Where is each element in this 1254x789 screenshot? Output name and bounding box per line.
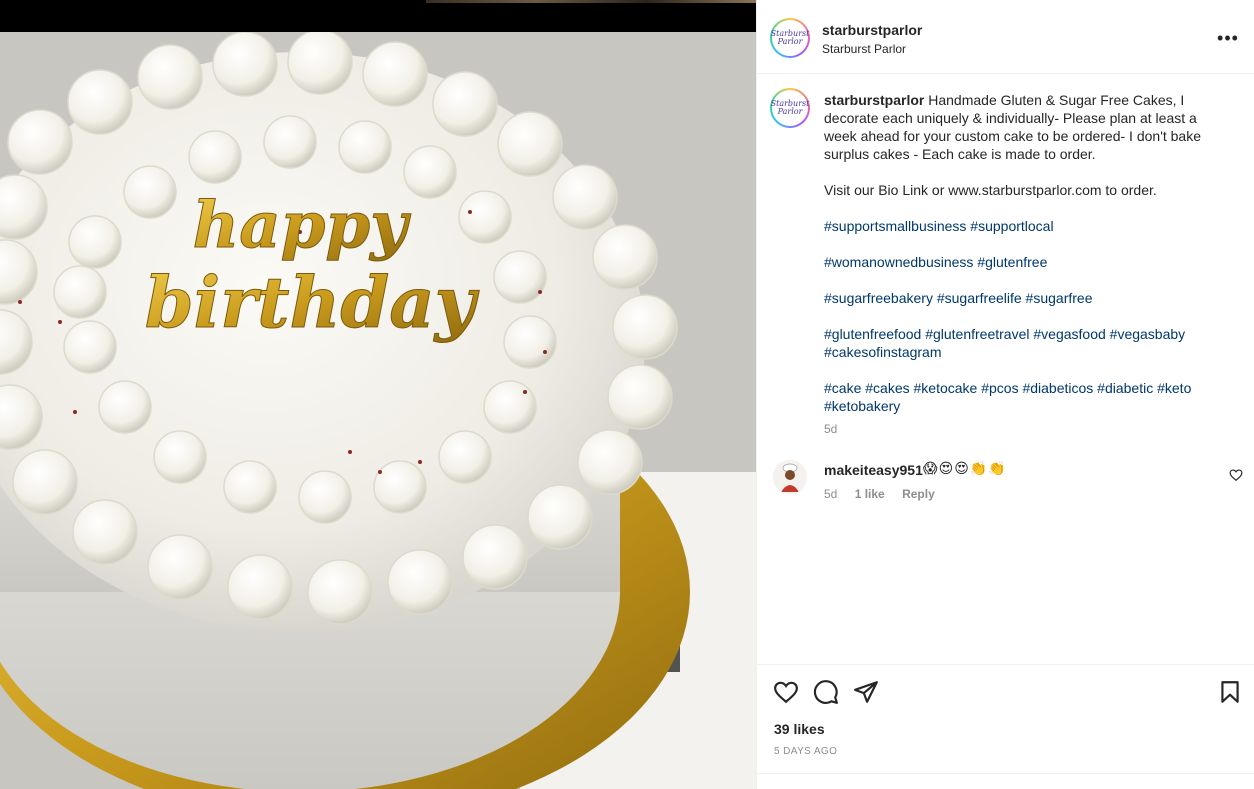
author-username[interactable]: starburstparlor: [822, 22, 922, 38]
reply-button[interactable]: Reply: [902, 487, 935, 501]
comment-icon[interactable]: [813, 679, 839, 705]
hashtag-line[interactable]: #cake #cakes #ketocake #pcos #diabeticos…: [824, 379, 1224, 415]
commenter-username[interactable]: makeiteasy951: [824, 462, 923, 478]
share-icon[interactable]: [853, 679, 879, 705]
caption-link-text: Visit our Bio Link or www.starburstparlo…: [824, 182, 1157, 198]
avatar-logo-text: Starburst Parlor: [771, 20, 809, 56]
heart-icon[interactable]: [773, 679, 799, 705]
post-photo[interactable]: happy birthday: [0, 0, 756, 789]
comment-likes[interactable]: 1 like: [855, 487, 885, 501]
comment-time[interactable]: 5d: [824, 487, 837, 501]
hashtag-line[interactable]: #womanownedbusiness #glutenfree: [824, 253, 1224, 271]
commenter-avatar[interactable]: [773, 460, 807, 494]
bookmark-icon[interactable]: [1217, 679, 1243, 705]
comment-meta: 5d 1 like Reply: [824, 487, 949, 501]
post-caption: starburstparlor Handmade Gluten & Sugar …: [824, 91, 1224, 415]
photo-top-bar: [0, 0, 756, 32]
more-options-button[interactable]: •••: [1216, 26, 1240, 50]
caption-avatar[interactable]: Starburst Parlor: [770, 88, 810, 128]
avatar-logo-text: Starburst Parlor: [771, 90, 809, 126]
caption-timestamp[interactable]: 5d: [824, 422, 837, 436]
author-subtitle: Starburst Parlor: [822, 42, 907, 56]
likes-count[interactable]: 39 likes: [774, 721, 825, 737]
post-header: Starburst Parlor starburstparlor Starbur…: [757, 0, 1254, 74]
comment-item: makeiteasy951 😱😍😍👏👏 5d 1 like Reply: [757, 456, 1254, 516]
comment-input-bar[interactable]: [757, 773, 1254, 789]
topper-happy: happy: [193, 188, 412, 263]
author-avatar[interactable]: Starburst Parlor: [770, 18, 810, 58]
topper-birthday: birthday: [145, 261, 480, 344]
comments-scroll-area[interactable]: Starburst Parlor starburstparlor Handmad…: [757, 74, 1254, 664]
more-icon: •••: [1217, 27, 1239, 48]
post-actions: 39 likes 5 DAYS AGO: [757, 664, 1254, 789]
comment-heart-icon[interactable]: [1229, 468, 1243, 482]
cake-photo: happy birthday: [0, 32, 756, 789]
hashtag-line[interactable]: #glutenfreefood #glutenfreetravel #vegas…: [824, 325, 1224, 361]
post-date: 5 DAYS AGO: [774, 746, 838, 757]
post-details-panel: Starburst Parlor starburstparlor Starbur…: [756, 0, 1254, 789]
hashtag-line[interactable]: #sugarfreebakery #sugarfreelife #sugarfr…: [824, 289, 1224, 307]
hashtag-line[interactable]: #supportsmallbusiness #supportlocal: [824, 217, 1224, 235]
comment-text: 😱😍😍👏👏: [923, 460, 1007, 476]
caption-username[interactable]: starburstparlor: [824, 92, 924, 108]
